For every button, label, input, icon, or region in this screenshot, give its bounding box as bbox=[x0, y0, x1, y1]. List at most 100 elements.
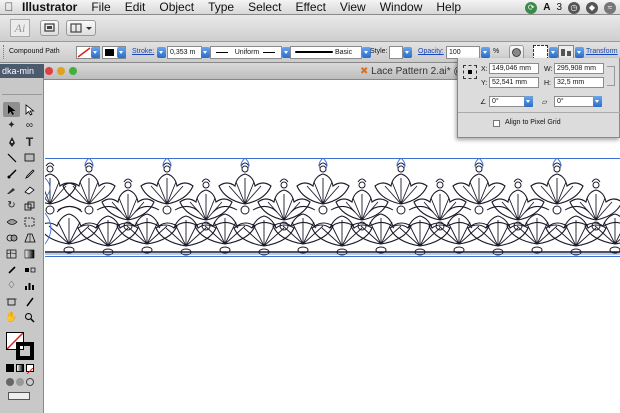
transform-link[interactable]: Transform bbox=[586, 48, 618, 55]
ai-file-icon: ✖ bbox=[360, 66, 369, 77]
hand-icon[interactable]: ✋ bbox=[3, 310, 20, 325]
h-label: H: bbox=[544, 80, 551, 87]
adobe-icon[interactable]: A bbox=[543, 2, 550, 13]
menu-help[interactable]: Help bbox=[429, 0, 468, 15]
object-type-label: Compound Path bbox=[9, 48, 60, 55]
style-label: Style: bbox=[370, 48, 388, 55]
graphic-style-swatch[interactable] bbox=[389, 46, 403, 59]
type-icon[interactable]: T bbox=[21, 134, 38, 149]
chevron-down-icon[interactable] bbox=[201, 47, 210, 58]
sync-icon[interactable]: ⟳ bbox=[525, 1, 538, 14]
menu-object[interactable]: Object bbox=[152, 0, 201, 15]
blend-icon[interactable] bbox=[21, 262, 38, 277]
menu-file[interactable]: File bbox=[84, 0, 117, 15]
transform-panel: X: 149,046 mm Y: 52,541 mm W: 295,908 mm… bbox=[457, 58, 620, 138]
panel-title: dka-min bbox=[0, 64, 44, 78]
variable-width-profile[interactable]: Uniform bbox=[210, 46, 282, 59]
close-window-icon[interactable] bbox=[45, 67, 53, 75]
menu-view[interactable]: View bbox=[333, 0, 373, 15]
rotate-icon[interactable]: ↻ bbox=[3, 198, 20, 213]
graph-icon[interactable] bbox=[21, 278, 38, 293]
shape-builder-icon[interactable] bbox=[3, 230, 20, 245]
scale-icon[interactable] bbox=[21, 198, 38, 213]
lace-repeat-upper bbox=[45, 158, 620, 231]
align-pixel-grid-label: Align to Pixel Grid bbox=[505, 119, 561, 126]
rectangle-icon[interactable] bbox=[21, 150, 38, 165]
artboard-icon[interactable] bbox=[3, 294, 20, 309]
eraser-icon[interactable] bbox=[21, 182, 38, 197]
menu-edit[interactable]: Edit bbox=[118, 0, 153, 15]
height-field[interactable]: 32,5 mm bbox=[554, 77, 604, 88]
direct-selection-icon[interactable] bbox=[21, 102, 38, 117]
pencil-icon[interactable] bbox=[21, 166, 38, 181]
color-mode-icon[interactable] bbox=[6, 364, 14, 372]
menu-type[interactable]: Type bbox=[201, 0, 241, 15]
stroke-stepper-icon[interactable] bbox=[157, 47, 166, 58]
minimize-window-icon[interactable] bbox=[57, 67, 65, 75]
fill-swatch[interactable] bbox=[76, 46, 100, 59]
zoom-window-icon[interactable] bbox=[69, 67, 77, 75]
draw-inside-icon[interactable] bbox=[26, 378, 34, 386]
blob-brush-icon[interactable] bbox=[3, 182, 20, 197]
lace-repeat-lower bbox=[45, 213, 620, 256]
illustrator-logo-icon: Ai bbox=[10, 19, 30, 37]
zoom-icon[interactable] bbox=[21, 310, 38, 325]
gradient-icon[interactable] bbox=[21, 246, 38, 261]
menu-window[interactable]: Window bbox=[373, 0, 430, 15]
mesh-tool-icon[interactable] bbox=[3, 246, 20, 261]
grip-icon[interactable] bbox=[3, 45, 5, 59]
shear-icon: ▱ bbox=[542, 99, 548, 106]
slice-icon[interactable] bbox=[21, 294, 38, 309]
chevron-down-icon[interactable] bbox=[575, 47, 584, 58]
lasso-icon[interactable]: ∞ bbox=[21, 118, 38, 133]
pen-icon[interactable] bbox=[3, 134, 20, 149]
width-tool-icon[interactable] bbox=[3, 214, 20, 229]
gradient-mode-icon[interactable] bbox=[16, 364, 24, 372]
chevron-down-icon[interactable] bbox=[481, 47, 490, 58]
brush-definition[interactable]: Basic bbox=[290, 46, 362, 59]
time-machine-icon[interactable]: ◷ bbox=[568, 1, 580, 14]
chevron-down-icon[interactable] bbox=[549, 47, 558, 58]
stroke-link[interactable]: Stroke: bbox=[132, 48, 154, 55]
menu-app-name[interactable]: Illustrator bbox=[18, 0, 84, 15]
stroke-swatch[interactable] bbox=[102, 46, 126, 59]
chevron-down-icon[interactable] bbox=[593, 96, 602, 107]
draw-behind-icon[interactable] bbox=[16, 378, 24, 386]
line-icon[interactable] bbox=[3, 150, 20, 165]
chevron-down-icon[interactable] bbox=[403, 47, 412, 58]
document-tab[interactable]: ✖ Lace Pattern 2.ai* @ bbox=[360, 66, 464, 77]
y-field[interactable]: 52,541 mm bbox=[489, 77, 539, 88]
stroke-color-swatch[interactable] bbox=[16, 342, 34, 360]
brush-label: Basic bbox=[335, 49, 353, 56]
stroke-weight-field[interactable]: 0,353 m bbox=[167, 46, 202, 59]
selection-tool-icon[interactable] bbox=[3, 102, 20, 117]
menu-bar:  Illustrator File Edit Object Type Sele… bbox=[0, 0, 620, 15]
none-mode-icon[interactable] bbox=[26, 364, 34, 375]
menu-effect[interactable]: Effect bbox=[288, 0, 332, 15]
document-title: Lace Pattern 2.ai* @ bbox=[371, 66, 464, 77]
brush-icon[interactable] bbox=[3, 166, 20, 181]
free-transform-icon[interactable] bbox=[21, 214, 38, 229]
bluetooth-icon[interactable]: ◆ bbox=[586, 1, 598, 14]
menu-select[interactable]: Select bbox=[241, 0, 288, 15]
reference-point-locator-icon[interactable] bbox=[463, 65, 477, 79]
width-field[interactable]: 295,908 mm bbox=[554, 63, 604, 74]
bridge-button[interactable] bbox=[40, 20, 59, 36]
application-bar: Ai bbox=[0, 15, 620, 42]
arrange-documents-button[interactable] bbox=[66, 20, 96, 36]
x-field[interactable]: 149,046 mm bbox=[489, 63, 539, 74]
constrain-proportions-icon[interactable] bbox=[607, 66, 615, 86]
chevron-down-icon[interactable] bbox=[524, 96, 533, 107]
symbol-sprayer-icon[interactable]: ♢ bbox=[3, 278, 20, 293]
wifi-icon[interactable]: ≈ bbox=[604, 1, 616, 14]
lace-pattern-artwork[interactable] bbox=[45, 158, 620, 258]
align-pixel-grid-checkbox[interactable] bbox=[493, 120, 500, 127]
opacity-link[interactable]: Opacity: bbox=[418, 48, 444, 55]
screen-mode-button[interactable] bbox=[8, 392, 30, 400]
draw-normal-icon[interactable] bbox=[6, 378, 14, 386]
perspective-grid-icon[interactable] bbox=[21, 230, 38, 245]
eyedropper-icon[interactable] bbox=[3, 262, 20, 277]
percent-label: % bbox=[493, 48, 500, 55]
magic-wand-icon[interactable]: ✦ bbox=[3, 118, 20, 133]
apple-icon[interactable]:  bbox=[0, 0, 18, 14]
